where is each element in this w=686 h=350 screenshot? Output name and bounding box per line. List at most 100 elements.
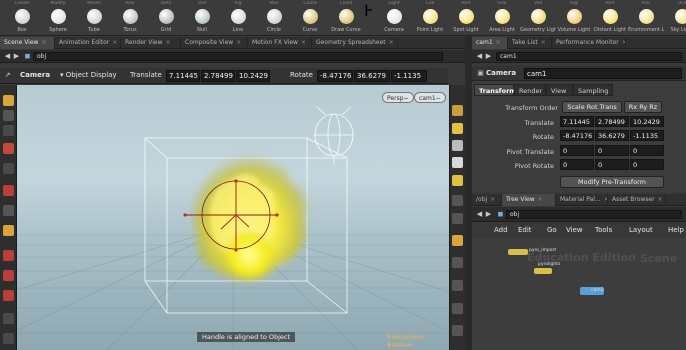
net-forward-icon[interactable]: ▶ bbox=[484, 210, 493, 219]
node-name-field[interactable]: cam1 bbox=[524, 68, 682, 79]
net-menu-add[interactable]: Add bbox=[494, 226, 508, 234]
net-tab-2[interactable]: Material Pal...× bbox=[556, 194, 608, 206]
param-subtab-render[interactable]: Render bbox=[514, 84, 546, 96]
light-tool-geometry-light[interactable]: Vell Geometry Light bbox=[520, 0, 556, 36]
brush-tool-icon[interactable] bbox=[3, 225, 14, 236]
create-shelf-tab-label[interactable]: Rig bbox=[220, 1, 256, 6]
create-tool-circle[interactable]: Mus Circle bbox=[256, 0, 292, 36]
op-translate-x[interactable]: 7.11445 bbox=[166, 70, 200, 82]
create-tool-torus[interactable]: Poly Torus bbox=[112, 0, 148, 36]
object-display-dropdown[interactable]: ▾ Object Display bbox=[60, 71, 117, 79]
net-menu-help[interactable]: Help bbox=[668, 226, 684, 234]
camera-menu[interactable]: cam1− bbox=[414, 92, 446, 103]
create-shelf-tab-label[interactable]: Chara bbox=[292, 1, 328, 6]
lighting-icon[interactable] bbox=[452, 175, 463, 186]
close-tab-icon[interactable]: × bbox=[112, 39, 117, 46]
back-arrow-icon[interactable]: ◀ bbox=[3, 52, 12, 61]
create-shelf-tab-label[interactable]: Poly bbox=[112, 1, 148, 6]
param-path-field[interactable]: cam1 bbox=[496, 52, 682, 61]
close-tab-icon[interactable]: × bbox=[658, 196, 663, 203]
light-tool-spot-light[interactable]: Part Spot Light bbox=[448, 0, 484, 36]
light-tool-area-light[interactable]: Grai Area Light bbox=[484, 0, 520, 36]
light-shelf-tab-label[interactable]: Rigi bbox=[556, 1, 592, 6]
view-tool-icon[interactable] bbox=[3, 185, 14, 196]
magnet-snap-icon[interactable] bbox=[3, 250, 14, 261]
create-tool-tube[interactable]: Model Tube bbox=[76, 0, 112, 36]
translate-z-field[interactable]: 10.2429 bbox=[630, 116, 664, 127]
light-tool-distant-light[interactable]: Part Distant Light bbox=[592, 0, 628, 36]
create-shelf-tab-label[interactable]: Modify bbox=[40, 1, 76, 6]
param-back-icon[interactable]: ◀ bbox=[475, 52, 484, 61]
light-gizmo-icon[interactable] bbox=[314, 106, 354, 165]
net-tab-0[interactable]: /obj × bbox=[472, 194, 502, 206]
translate-y-field[interactable]: 2.78499 bbox=[595, 116, 629, 127]
rotate-x-field[interactable]: -8.47176 bbox=[560, 130, 594, 141]
light-shelf-tab-label[interactable]: Light bbox=[376, 1, 412, 6]
op-rotate-x[interactable]: -8.47176 bbox=[317, 70, 353, 82]
param-tab-0[interactable]: cam1 × bbox=[472, 37, 508, 49]
create-shelf-tab-label[interactable]: Mus bbox=[256, 1, 292, 6]
shading-mode-icon[interactable] bbox=[452, 123, 463, 134]
transform-tool-icon[interactable] bbox=[3, 110, 14, 121]
close-tab-icon[interactable]: × bbox=[301, 39, 306, 46]
rotate-y-field[interactable]: 36.6279 bbox=[595, 130, 629, 141]
select-tool-icon[interactable] bbox=[3, 95, 14, 106]
handle-tool-icon[interactable] bbox=[3, 143, 14, 154]
create-shelf-tab-label[interactable]: Defo bbox=[148, 1, 184, 6]
net-tab-3[interactable]: Asset Browser × bbox=[608, 194, 666, 206]
param-tab-1[interactable]: Take List × bbox=[508, 37, 552, 49]
background-icon[interactable] bbox=[452, 303, 463, 314]
scene-tab-0[interactable]: Scene View × bbox=[0, 37, 55, 49]
light-shelf-tab-label[interactable]: Vell bbox=[520, 1, 556, 6]
pivot-translate-x-field[interactable]: 0 bbox=[560, 145, 594, 156]
point-snap-icon[interactable] bbox=[3, 290, 14, 301]
scene-tab-4[interactable]: Motion FX View × bbox=[248, 37, 312, 49]
net-back-icon[interactable]: ◀ bbox=[475, 210, 484, 219]
scene-tab-5[interactable]: Geometry Spreadsheet × bbox=[312, 37, 398, 49]
close-tab-icon[interactable]: × bbox=[496, 39, 501, 46]
net-menu-view[interactable]: View bbox=[566, 226, 583, 234]
create-tool-grid[interactable]: Defo Grid bbox=[148, 0, 184, 36]
pivot-rotate-x-field[interactable]: 0 bbox=[560, 159, 594, 170]
pivot-translate-z-field[interactable]: 0 bbox=[630, 145, 664, 156]
light-tool-volume-light[interactable]: Rigi Volume Light bbox=[556, 0, 592, 36]
scene-tab-2[interactable]: Render View × bbox=[121, 37, 181, 49]
close-tab-icon[interactable]: × bbox=[236, 39, 241, 46]
normals-icon[interactable] bbox=[452, 213, 463, 224]
transform-order-menu[interactable]: Scale Rot Trans bbox=[562, 101, 622, 113]
rotate-order-menu[interactable]: Rx Ry Rz bbox=[624, 101, 662, 113]
create-tool-null[interactable]: Text Null bbox=[184, 0, 220, 36]
scene-tab-3[interactable]: Composite View × bbox=[181, 37, 248, 49]
net-menu-layout[interactable]: Layout bbox=[629, 226, 653, 234]
light-shelf-tab-label[interactable]: Grai bbox=[484, 1, 520, 6]
pivot-translate-y-field[interactable]: 0 bbox=[595, 145, 629, 156]
pane-divider[interactable] bbox=[465, 36, 472, 350]
create-tool-sphere[interactable]: Modify Sphere bbox=[40, 0, 76, 36]
light-shelf-tab-label[interactable]: Coll bbox=[412, 1, 448, 6]
grid-snap-icon[interactable] bbox=[3, 270, 14, 281]
ghost-other-objects-icon[interactable] bbox=[452, 157, 463, 168]
render-region-icon[interactable] bbox=[452, 325, 463, 336]
light-shelf-tab-label[interactable]: Oce bbox=[664, 1, 686, 6]
param-subtab-sampling[interactable]: Sampling bbox=[573, 84, 613, 96]
pivot-rotate-z-field[interactable]: 0 bbox=[630, 159, 664, 170]
light-tool-sky-light[interactable]: Oce Sky Light bbox=[664, 0, 686, 36]
rotate-tool-icon[interactable] bbox=[3, 125, 14, 136]
perspective-menu[interactable]: Persp− bbox=[382, 92, 414, 103]
forward-arrow-icon[interactable]: ▶ bbox=[12, 52, 21, 61]
safe-area-icon[interactable] bbox=[452, 280, 463, 291]
rotate-z-field[interactable]: -1.1135 bbox=[630, 130, 664, 141]
visibility-tool-icon[interactable] bbox=[3, 313, 14, 324]
light-shelf-tab-label[interactable]: Part bbox=[592, 1, 628, 6]
net-menu-go[interactable]: Go bbox=[547, 226, 557, 234]
param-subtab-transform[interactable]: Transform bbox=[474, 84, 516, 96]
sticky-pin-icon[interactable]: ↗ bbox=[3, 71, 12, 80]
op-translate-z[interactable]: 10.2429 bbox=[236, 70, 270, 82]
create-shelf-tab-label[interactable]: Const bbox=[328, 1, 364, 6]
create-tool-draw-curve[interactable]: Const Draw Curve bbox=[328, 0, 364, 36]
param-subtab-view[interactable]: View bbox=[546, 84, 573, 96]
translate-x-field[interactable]: 7.11445 bbox=[560, 116, 594, 127]
op-translate-y[interactable]: 2.78499 bbox=[201, 70, 235, 82]
create-tool-line[interactable]: Rig Line bbox=[220, 0, 256, 36]
net-tab-1[interactable]: Tree View × bbox=[502, 194, 556, 206]
